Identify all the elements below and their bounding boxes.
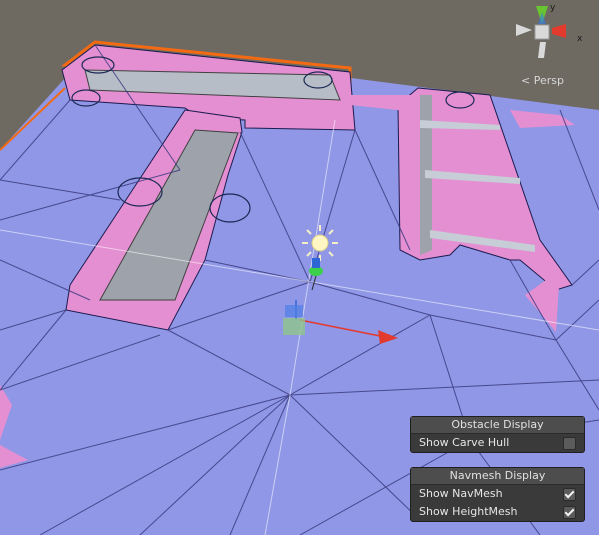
chevron-left-icon: < (521, 74, 531, 87)
show-heightmesh-row[interactable]: Show HeightMesh (411, 503, 584, 521)
panel-title: Navmesh Display (411, 468, 584, 485)
show-navmesh-row[interactable]: Show NavMesh (411, 485, 584, 503)
gizmo-center-icon (534, 24, 550, 40)
show-navmesh-label: Show NavMesh (419, 487, 503, 500)
panel-title: Obstacle Display (411, 417, 584, 434)
scene-viewport[interactable]: y x (0, 0, 599, 535)
obstacle-display-panel: Obstacle Display Show Carve Hull (410, 416, 585, 453)
show-navmesh-checkbox[interactable] (563, 487, 576, 501)
gizmo-x-label: x (577, 34, 583, 44)
show-carve-hull-checkbox[interactable] (563, 436, 576, 450)
show-heightmesh-label: Show HeightMesh (419, 505, 518, 518)
navmesh-display-panel: Navmesh Display Show NavMesh Show Height… (410, 467, 585, 522)
show-carve-hull-label: Show Carve Hull (419, 436, 510, 449)
light-icon[interactable] (302, 225, 338, 261)
show-carve-hull-row[interactable]: Show Carve Hull (411, 434, 584, 452)
gizmo-y-label: y (550, 3, 556, 13)
show-heightmesh-checkbox[interactable] (563, 505, 576, 519)
projection-label[interactable]: < Persp (521, 74, 564, 87)
projection-text: Persp (533, 74, 564, 87)
